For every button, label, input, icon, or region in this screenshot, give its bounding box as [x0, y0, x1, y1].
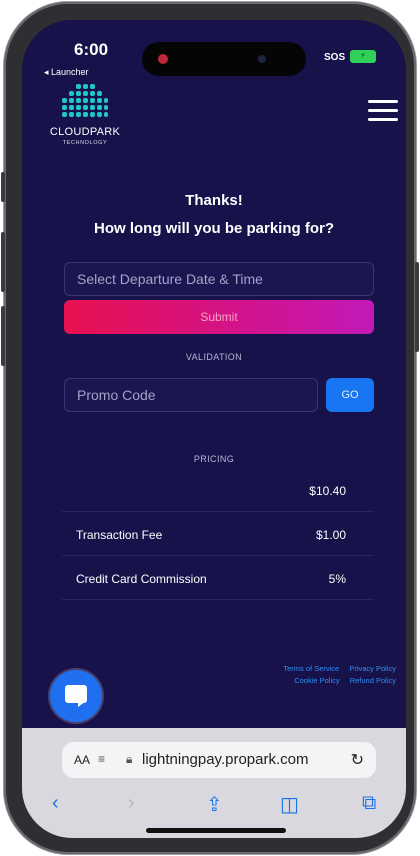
home-indicator — [146, 828, 286, 833]
pricing-row-value: $10.40 — [309, 484, 346, 498]
recording-indicator — [158, 54, 168, 64]
pricing-row-label: Transaction Fee — [76, 528, 163, 542]
footer-links-row-1: Terms of Service Privacy Policy — [196, 664, 396, 673]
volume-down-button — [1, 306, 5, 366]
pricing-row-transaction-fee: Transaction Fee $1.00 — [62, 512, 374, 556]
sos-indicator: SOS — [324, 52, 346, 63]
hamburger-menu-icon[interactable] — [368, 100, 398, 122]
pricing-row-total: $10.40 — [62, 468, 374, 512]
departure-datetime-input[interactable]: Select Departure Date & Time — [64, 262, 374, 296]
status-time: 6:00 — [74, 40, 109, 59]
back-icon[interactable]: ‹ — [52, 792, 59, 815]
privacy-policy-link[interactable]: Privacy Policy — [349, 664, 396, 673]
cookie-policy-link[interactable]: Cookie Policy — [294, 676, 339, 685]
camera-lens — [258, 55, 266, 63]
battery-icon: ⚡ — [350, 50, 376, 63]
reader-icon[interactable]: ≡ — [98, 752, 105, 766]
bookmarks-icon[interactable]: ◫ — [280, 792, 299, 817]
footer-links-row-2: Cookie Policy Refund Policy — [196, 676, 396, 685]
pricing-row-card-commission: Credit Card Commission 5% — [62, 556, 374, 600]
submit-button[interactable]: Submit — [64, 300, 374, 334]
pricing-row-label: Credit Card Commission — [76, 572, 207, 586]
chat-icon[interactable] — [50, 670, 102, 722]
reload-icon[interactable]: ↻ — [351, 750, 364, 770]
cloudpark-logo[interactable]: CLOUDPARK TECHNOLOGY — [40, 84, 130, 164]
pricing-row-value: 5% — [328, 572, 346, 586]
lock-icon: 🔒︎ — [126, 752, 133, 766]
validation-label: VALIDATION — [185, 352, 243, 362]
volume-up-button — [1, 232, 5, 292]
forward-icon[interactable]: › — [128, 792, 135, 815]
brand-tagline: TECHNOLOGY — [62, 140, 108, 146]
parking-duration-question: How long will you be parking for? — [94, 220, 334, 237]
back-to-app-link[interactable]: ◂ Launcher — [44, 67, 89, 78]
screen: 6:00 ◂ Launcher SOS ⚡ CLOUDPARK TECHNOLO… — [22, 20, 406, 838]
refund-policy-link[interactable]: Refund Policy — [350, 676, 396, 685]
brand-name: CLOUDPARK — [49, 126, 121, 138]
mute-switch — [1, 172, 5, 202]
share-icon[interactable]: ⇪ — [206, 792, 223, 817]
dynamic-island — [142, 42, 306, 76]
thanks-heading: Thanks! — [185, 192, 243, 209]
tabs-icon[interactable]: ⧉ — [362, 792, 376, 815]
go-button[interactable]: GO — [326, 378, 374, 412]
phone-frame: 6:00 ◂ Launcher SOS ⚡ CLOUDPARK TECHNOLO… — [1, 2, 419, 854]
terms-of-service-link[interactable]: Terms of Service — [283, 664, 339, 673]
text-size-button[interactable]: AA — [74, 753, 90, 767]
power-button — [415, 262, 419, 352]
promo-code-input[interactable]: Promo Code — [64, 378, 318, 412]
url-text[interactable]: lightningpay.propark.com — [142, 751, 308, 768]
pricing-row-value: $1.00 — [315, 528, 346, 542]
address-bar[interactable]: AA ≡ 🔒︎ lightningpay.propark.com ↻ — [62, 742, 376, 778]
pricing-label: PRICING — [193, 454, 235, 464]
browser-toolbar: AA ≡ 🔒︎ lightningpay.propark.com ↻ ‹ › ⇪… — [22, 728, 406, 838]
logo-grid-icon — [62, 84, 108, 124]
